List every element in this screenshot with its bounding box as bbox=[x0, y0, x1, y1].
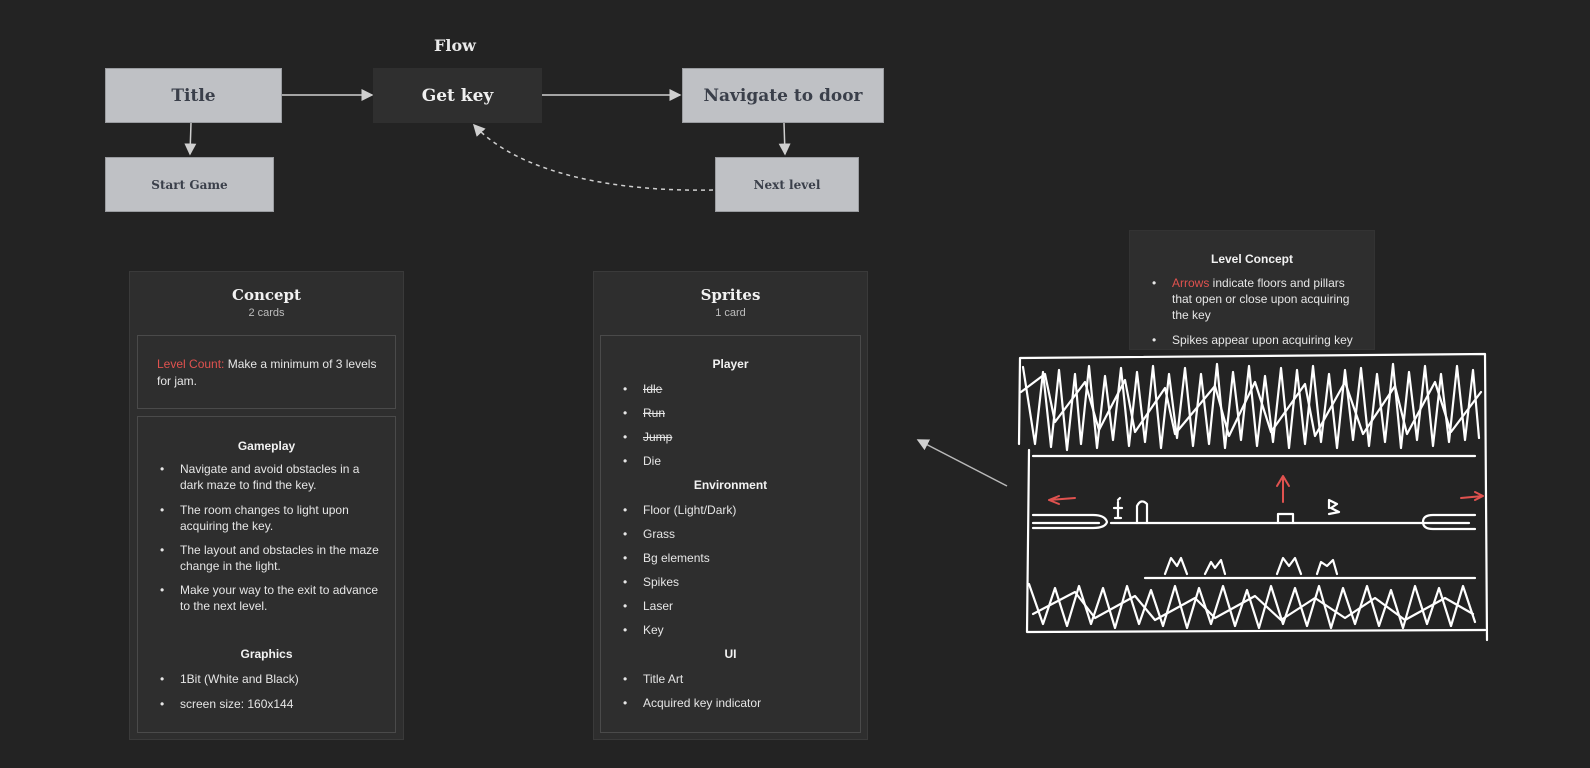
graphics-heading: Graphics bbox=[240, 647, 293, 661]
sketch-door bbox=[1135, 500, 1149, 525]
sprite-item: Spikes bbox=[621, 574, 846, 590]
level-concept-item-spikes: Spikes appear upon acquiring key bbox=[1150, 332, 1364, 348]
gameplay-item: Make your way to the exit to advance to … bbox=[158, 582, 381, 614]
ui-heading: UI bbox=[724, 647, 737, 661]
sprite-item: Bg elements bbox=[621, 550, 846, 566]
gameplay-card[interactable]: Gameplay Navigate and avoid obstacles in… bbox=[137, 416, 396, 733]
arrow-sketch-to-sprites bbox=[916, 439, 1008, 487]
sprite-item: Floor (Light/Dark) bbox=[621, 502, 846, 518]
arrows-word: Arrows bbox=[1172, 276, 1210, 290]
level-sketch-image bbox=[1017, 352, 1489, 642]
level-count-text: Level Count: Make a minimum of 3 levels … bbox=[157, 356, 379, 390]
level-concept-title: Level Concept bbox=[1210, 252, 1294, 266]
flow-box-get-key[interactable]: Get key bbox=[373, 68, 542, 123]
gameplay-item: The room changes to light upon acquiring… bbox=[158, 502, 381, 534]
graphics-item: screen size: 160x144 bbox=[158, 696, 381, 712]
sketch-bottom-scribble bbox=[1027, 582, 1477, 630]
sketch-player bbox=[1112, 496, 1124, 520]
sprites-panel[interactable]: Sprites 1 card Player Idle Run Jump Die … bbox=[593, 271, 868, 740]
gameplay-list: Navigate and avoid obstacles in a dark m… bbox=[158, 461, 381, 614]
flow-box-start-game[interactable]: Start Game bbox=[105, 157, 274, 212]
gameplay-item: Navigate and avoid obstacles in a dark m… bbox=[158, 461, 381, 493]
graphics-list: 1Bit (White and Black) screen size: 160x… bbox=[158, 671, 381, 712]
sprite-item-run: Run bbox=[621, 405, 846, 421]
level-concept-card[interactable]: Level Concept Arrows indicate floors and… bbox=[1129, 230, 1375, 350]
sketch-spikes bbox=[1163, 556, 1339, 576]
sprite-item: Laser bbox=[621, 598, 846, 614]
sprite-item: Key bbox=[621, 622, 846, 638]
arrow-title-to-startgame bbox=[184, 122, 197, 156]
concept-panel[interactable]: Concept 2 cards Level Count: Make a mini… bbox=[129, 271, 404, 740]
concept-subtitle: 2 cards bbox=[248, 307, 285, 319]
flow-box-next-level[interactable]: Next level bbox=[715, 157, 859, 212]
sprite-item: Title Art bbox=[621, 671, 846, 687]
flow-heading: Flow bbox=[434, 36, 476, 55]
sprite-item-idle: Idle bbox=[621, 381, 846, 397]
sketch-key bbox=[1276, 512, 1295, 525]
sprite-item: Acquired key indicator bbox=[621, 695, 846, 711]
sprites-card[interactable]: Player Idle Run Jump Die Environment Flo… bbox=[600, 335, 861, 733]
environment-heading: Environment bbox=[693, 478, 768, 492]
graphics-item: 1Bit (White and Black) bbox=[158, 671, 381, 687]
player-list: Idle Run Jump Die bbox=[621, 381, 846, 469]
ui-list: Title Art Acquired key indicator bbox=[621, 671, 846, 711]
level-count-card[interactable]: Level Count: Make a minimum of 3 levels … bbox=[137, 335, 396, 409]
sprites-title: Sprites bbox=[700, 286, 761, 304]
player-heading: Player bbox=[712, 357, 749, 371]
sprite-item: Grass bbox=[621, 526, 846, 542]
gameplay-heading: Gameplay bbox=[237, 439, 296, 453]
concept-title: Concept bbox=[232, 286, 301, 304]
gameplay-item: The layout and obstacles in the maze cha… bbox=[158, 542, 381, 574]
sketch-arrow-up bbox=[1276, 475, 1290, 503]
sprites-subtitle: 1 card bbox=[715, 307, 746, 319]
flow-box-title[interactable]: Title bbox=[105, 68, 282, 123]
arrow-nextlevel-to-getkey bbox=[472, 123, 714, 191]
level-concept-list: Arrows indicate floors and pillars that … bbox=[1150, 275, 1364, 348]
sketch-arrow-left bbox=[1048, 495, 1076, 505]
flow-box-navigate-to-door[interactable]: Navigate to door bbox=[682, 68, 884, 123]
level-concept-item-arrows: Arrows indicate floors and pillars that … bbox=[1150, 275, 1364, 323]
sprite-item-die: Die bbox=[621, 453, 846, 469]
level-count-label: Level Count: bbox=[157, 357, 225, 371]
environment-list: Floor (Light/Dark) Grass Bg elements Spi… bbox=[621, 502, 846, 638]
sprite-item-jump: Jump bbox=[621, 429, 846, 445]
arrow-navigate-to-nextlevel bbox=[778, 122, 791, 156]
sketch-arrow-right bbox=[1460, 491, 1484, 501]
